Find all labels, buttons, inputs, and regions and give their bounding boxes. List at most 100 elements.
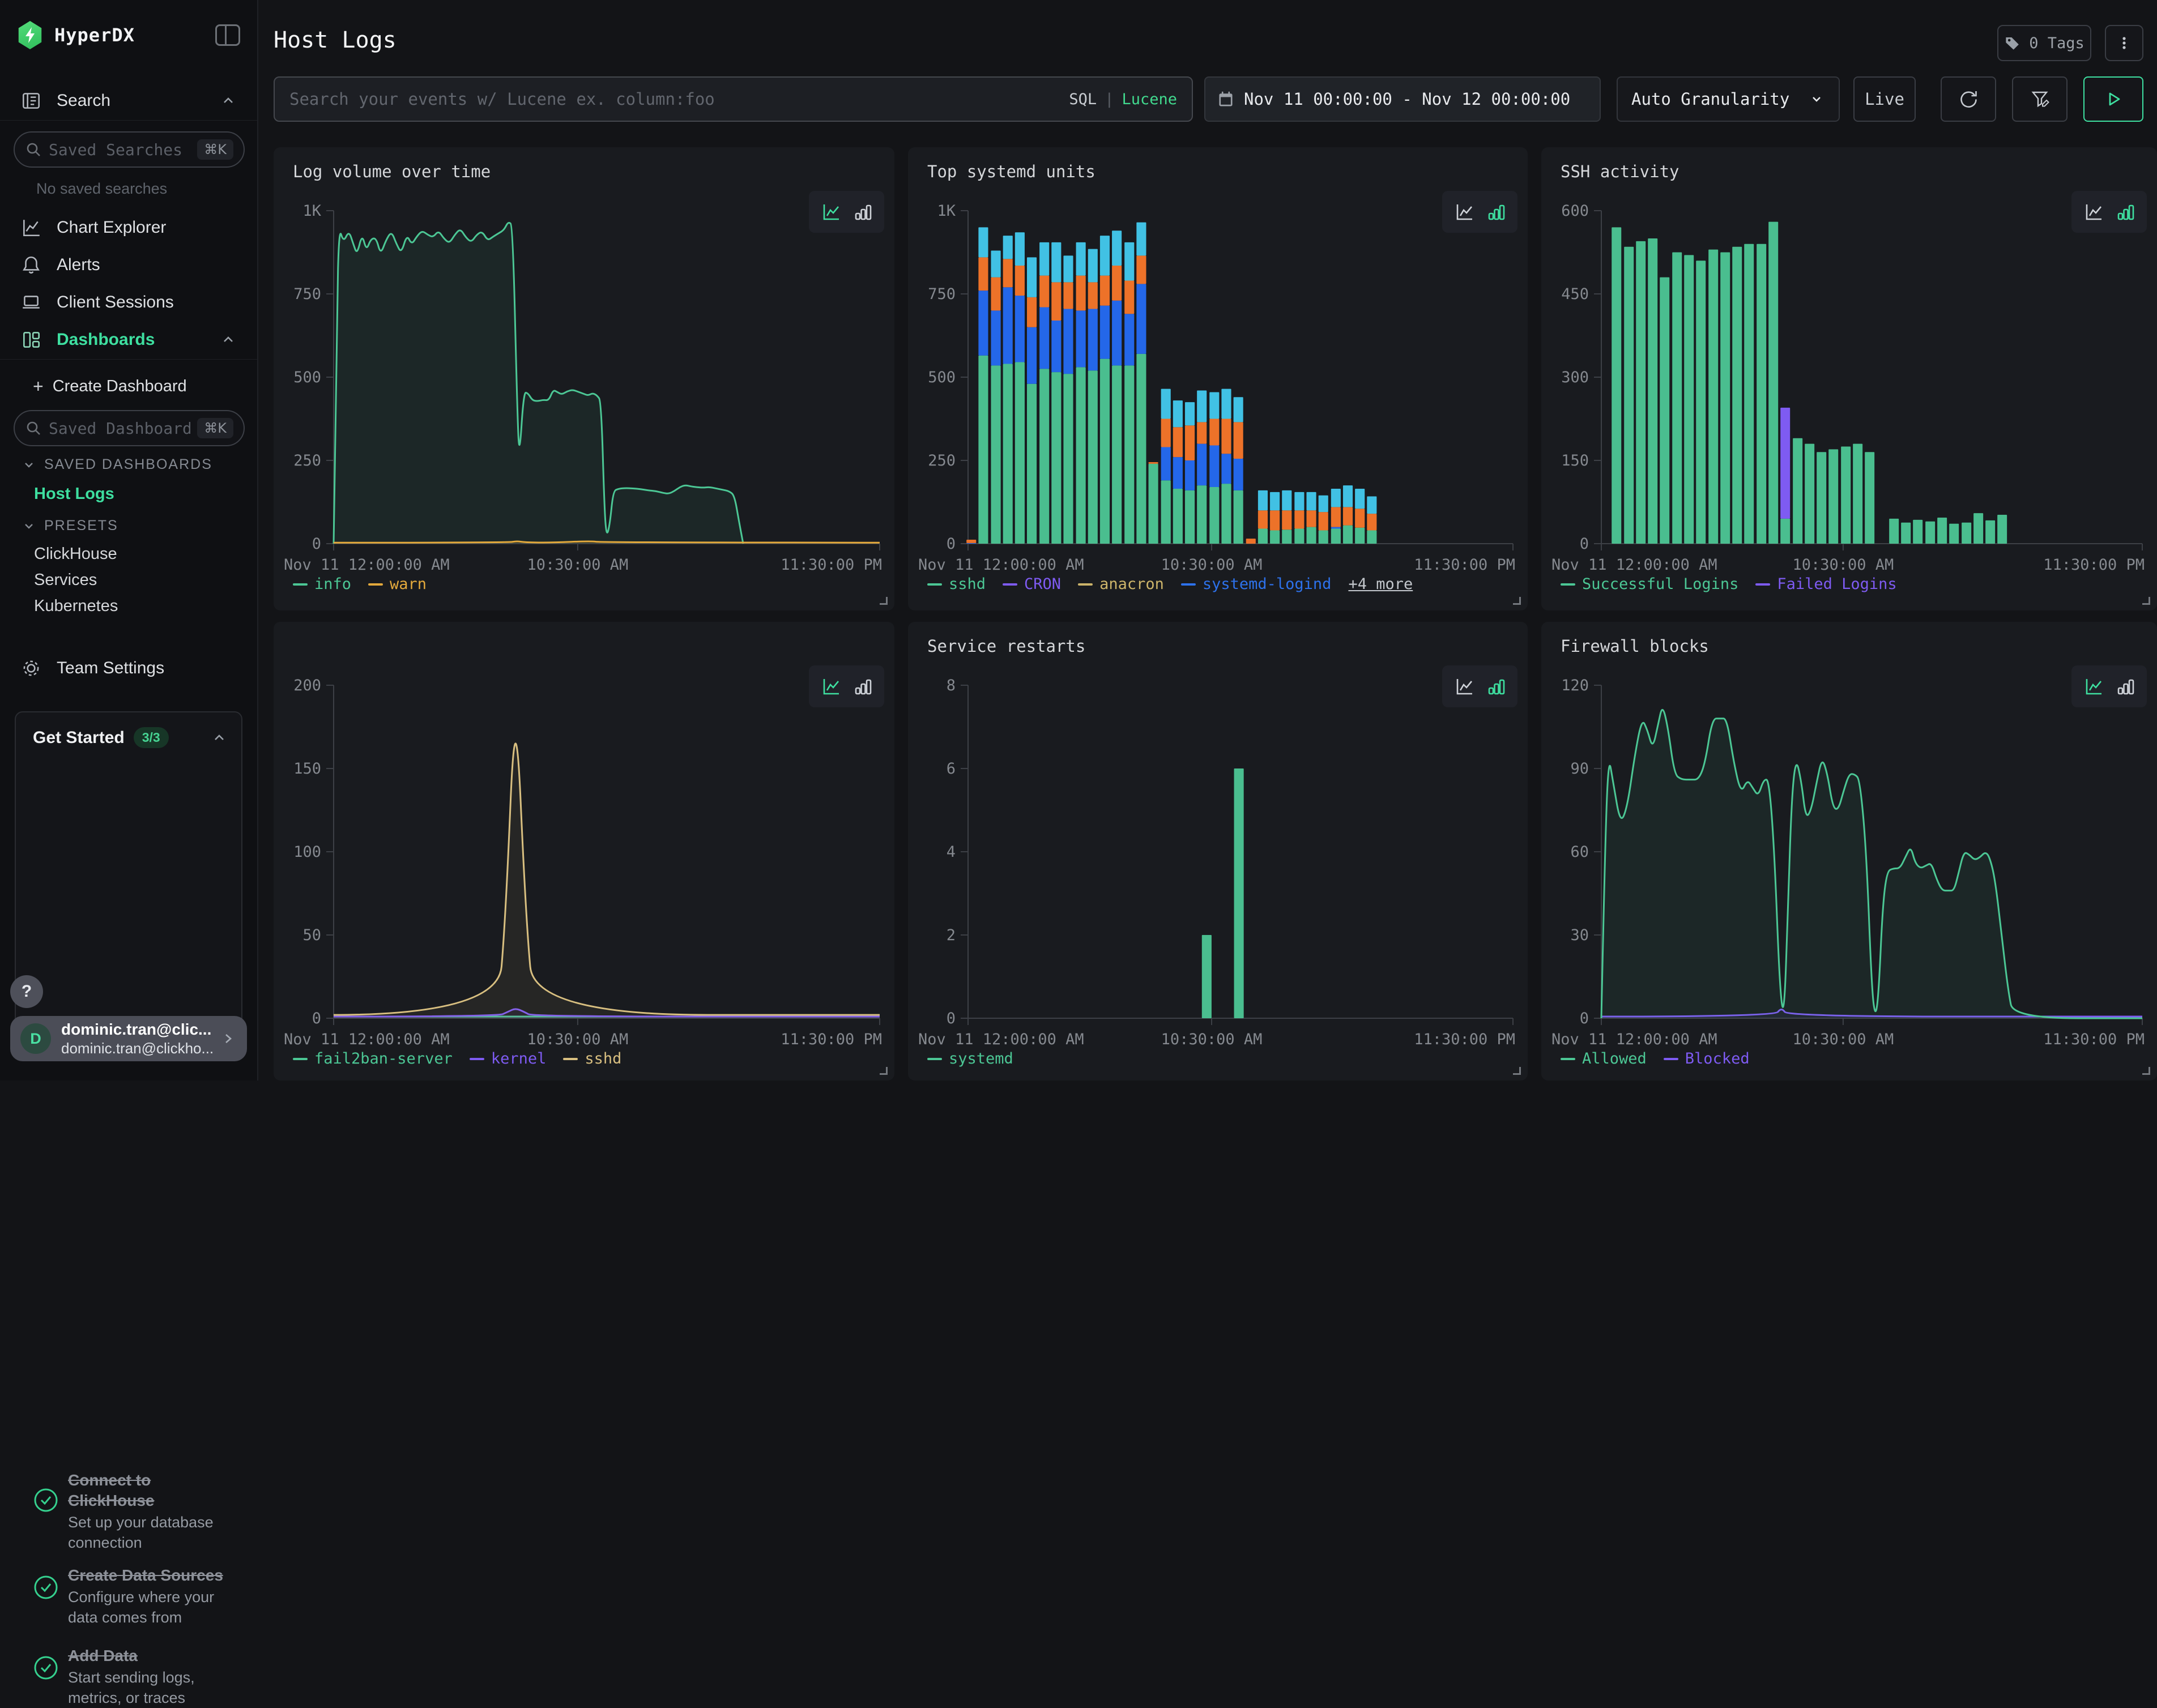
- get-started-step[interactable]: Add Data Start sending logs, metrics, or…: [68, 1646, 232, 1708]
- resize-handle[interactable]: [880, 1067, 888, 1075]
- hyperdx-logo-icon: [17, 21, 43, 49]
- legend-swatch: [1755, 583, 1770, 586]
- tag-icon: [2004, 35, 2021, 52]
- section-saved-dashboards[interactable]: SAVED DASHBOARDS: [22, 456, 212, 473]
- svg-text:10:30:00 AM: 10:30:00 AM: [1161, 556, 1263, 574]
- step-title: Connect to ClickHouse: [68, 1470, 232, 1511]
- resize-handle[interactable]: [1513, 1067, 1521, 1075]
- help-button[interactable]: ?: [10, 975, 43, 1008]
- preset-clickhouse[interactable]: ClickHouse: [34, 545, 117, 563]
- sidebar-item-label: Dashboards: [57, 330, 155, 349]
- legend-swatch: [470, 1058, 484, 1060]
- page-title: Host Logs: [274, 27, 397, 53]
- svg-text:50: 50: [302, 926, 321, 944]
- query-language-toggle[interactable]: SQL | Lucene: [1069, 91, 1177, 108]
- legend-swatch: [1664, 1058, 1678, 1060]
- run-query-button[interactable]: [2083, 76, 2143, 122]
- legend-swatch: [1561, 583, 1575, 586]
- user-menu[interactable]: D dominic.tran@clic... dominic.tran@clic…: [10, 1016, 247, 1061]
- svg-text:10:30:00 AM: 10:30:00 AM: [1792, 1031, 1894, 1048]
- get-started-step[interactable]: Connect to ClickHouse Set up your databa…: [68, 1470, 232, 1553]
- chevron-down-icon: [22, 519, 36, 533]
- sidebar-item-search[interactable]: Search: [0, 85, 257, 117]
- chevron-up-icon[interactable]: [211, 729, 228, 746]
- no-saved-searches-text: No saved searches: [36, 180, 167, 198]
- shortcut-badge: ⌘K: [197, 418, 233, 438]
- panel-auth-log-chart: 200150100500Nov 11 12:00:00 AM10:30:00 A…: [274, 622, 894, 1081]
- resize-handle[interactable]: [2142, 597, 2150, 605]
- sql-option[interactable]: SQL: [1069, 91, 1097, 108]
- svg-text:600: 600: [1561, 202, 1589, 220]
- svg-text:11:30:00 PM: 11:30:00 PM: [2043, 1031, 2145, 1048]
- refresh-icon: [1957, 88, 1980, 110]
- resize-handle[interactable]: [880, 597, 888, 605]
- saved-searches-field[interactable]: [49, 140, 190, 159]
- resize-handle[interactable]: [1513, 597, 1521, 605]
- date-range-picker[interactable]: Nov 11 00:00:00 - Nov 12 00:00:00: [1204, 76, 1601, 122]
- get-started-title: Get Started: [33, 728, 125, 748]
- preset-services[interactable]: Services: [34, 571, 97, 590]
- sidebar-item-dashboards[interactable]: Dashboards: [0, 324, 257, 356]
- chart-plot: 1K7505002500Nov 11 12:00:00 AM10:30:00 A…: [274, 147, 894, 610]
- section-presets[interactable]: PRESETS: [22, 518, 118, 534]
- chevron-right-icon: [220, 1030, 237, 1047]
- svg-text:60: 60: [1570, 843, 1589, 861]
- event-search-input[interactable]: [289, 89, 1059, 109]
- legend-item: sshd: [927, 575, 986, 593]
- chart-legend: AllowedBlocked: [1561, 1050, 1750, 1068]
- date-range-value: Nov 11 00:00:00 - Nov 12 00:00:00: [1244, 89, 1570, 109]
- panel-firewall-blocks: Firewall blocks 1209060300Nov 11 12:00:0…: [1541, 622, 2157, 1081]
- svg-text:11:30:00 PM: 11:30:00 PM: [1414, 1031, 1515, 1048]
- svg-text:11:30:00 PM: 11:30:00 PM: [781, 556, 882, 574]
- svg-text:0: 0: [1580, 1010, 1589, 1027]
- shortcut-badge: ⌘K: [197, 139, 233, 160]
- get-started-step[interactable]: Create Data Sources Configure where your…: [68, 1565, 232, 1628]
- legend-swatch: [927, 1058, 942, 1060]
- lucene-option[interactable]: Lucene: [1122, 91, 1177, 108]
- legend-item: Successful Logins: [1561, 575, 1738, 593]
- sidebar-item-label: Alerts: [57, 255, 100, 275]
- sidebar-item-chart-explorer[interactable]: Chart Explorer: [0, 212, 257, 244]
- live-label: Live: [1865, 89, 1904, 109]
- svg-text:11:30:00 PM: 11:30:00 PM: [2043, 556, 2145, 574]
- sidebar-collapse-icon[interactable]: [215, 24, 240, 46]
- tags-label: 0 Tags: [2029, 35, 2084, 52]
- chart-plot: 86420Nov 11 12:00:00 AM10:30:00 AM11:30:…: [908, 622, 1528, 1081]
- sidebar-item-label: Team Settings: [57, 659, 164, 678]
- legend-swatch: [293, 1058, 308, 1060]
- create-dashboard-button[interactable]: + Create Dashboard: [0, 370, 257, 402]
- filter-button[interactable]: [2012, 76, 2068, 122]
- section-label: PRESETS: [44, 518, 118, 534]
- live-button[interactable]: Live: [1853, 76, 1916, 122]
- svg-text:100: 100: [293, 843, 321, 861]
- play-icon: [2102, 88, 2125, 110]
- create-dashboard-label: Create Dashboard: [53, 377, 187, 396]
- sidebar-item-alerts[interactable]: Alerts: [0, 249, 257, 281]
- sidebar-item-team-settings[interactable]: Team Settings: [0, 652, 257, 684]
- refresh-button[interactable]: [1941, 76, 1996, 122]
- saved-searches-input[interactable]: ⌘K: [14, 131, 245, 168]
- chart-plot: 6004503001500Nov 11 12:00:00 AM10:30:00 …: [1541, 147, 2157, 610]
- event-search-bar[interactable]: SQL | Lucene: [274, 76, 1193, 122]
- chart-legend: systemd: [927, 1050, 1013, 1068]
- saved-dashboard-host-logs[interactable]: Host Logs: [34, 485, 114, 503]
- step-desc: Configure where your data comes from: [68, 1587, 232, 1628]
- svg-text:120: 120: [1561, 677, 1589, 694]
- legend-more-link[interactable]: +4 more: [1348, 575, 1413, 593]
- saved-dashboards-field[interactable]: [49, 419, 190, 438]
- saved-dashboards-input[interactable]: ⌘K: [14, 410, 245, 446]
- sidebar-item-label: Chart Explorer: [57, 218, 166, 237]
- tags-button[interactable]: 0 Tags: [1997, 25, 2091, 61]
- check-circle-icon: [33, 1574, 59, 1600]
- sidebar-item-client-sessions[interactable]: Client Sessions: [0, 287, 257, 318]
- chart-plot: 1K7505002500Nov 11 12:00:00 AM10:30:00 A…: [908, 147, 1528, 610]
- resize-handle[interactable]: [2142, 1067, 2150, 1075]
- filter-edit-icon: [2028, 88, 2051, 110]
- panel-menu-button[interactable]: [2105, 25, 2143, 61]
- legend-swatch: [563, 1058, 578, 1060]
- granularity-select[interactable]: Auto Granularity: [1617, 76, 1840, 122]
- preset-kubernetes[interactable]: Kubernetes: [34, 597, 118, 616]
- legend-item: systemd-logind: [1181, 575, 1332, 593]
- legend-item: Allowed: [1561, 1050, 1647, 1068]
- search-icon: [25, 420, 42, 437]
